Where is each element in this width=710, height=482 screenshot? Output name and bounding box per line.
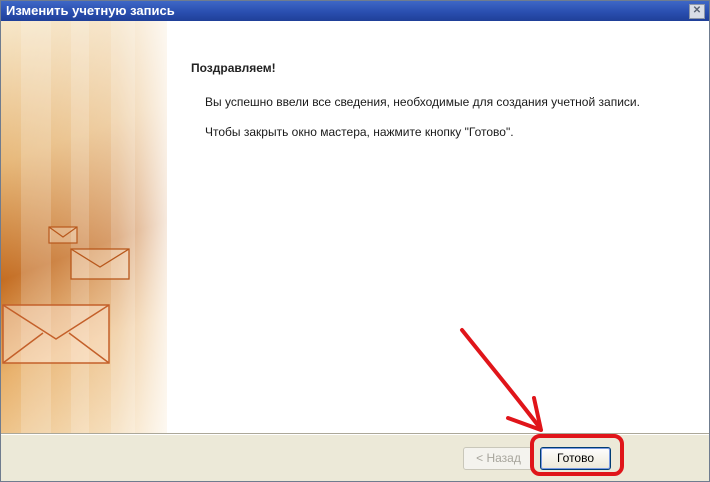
envelope-art [2,226,130,364]
envelope-icon [2,304,110,364]
success-message: Вы успешно ввели все сведения, необходим… [205,95,640,109]
congrats-heading: Поздравляем! [191,61,276,75]
wizard-content: Поздравляем! Вы успешно ввели все сведен… [1,21,709,433]
close-instruction: Чтобы закрыть окно мастера, нажмите кноп… [205,125,514,139]
envelope-icon [70,248,130,280]
window-title: Изменить учетную запись [6,3,175,18]
envelope-icon [48,226,78,244]
close-icon[interactable]: ✕ [689,4,705,19]
wizard-window: Изменить учетную запись ✕ Поздравляем! В… [0,0,710,482]
back-button[interactable]: < Назад [463,447,534,470]
highlight-annotation [530,434,624,476]
title-bar: Изменить учетную запись ✕ [1,1,709,21]
outlook-side-banner [1,21,167,433]
